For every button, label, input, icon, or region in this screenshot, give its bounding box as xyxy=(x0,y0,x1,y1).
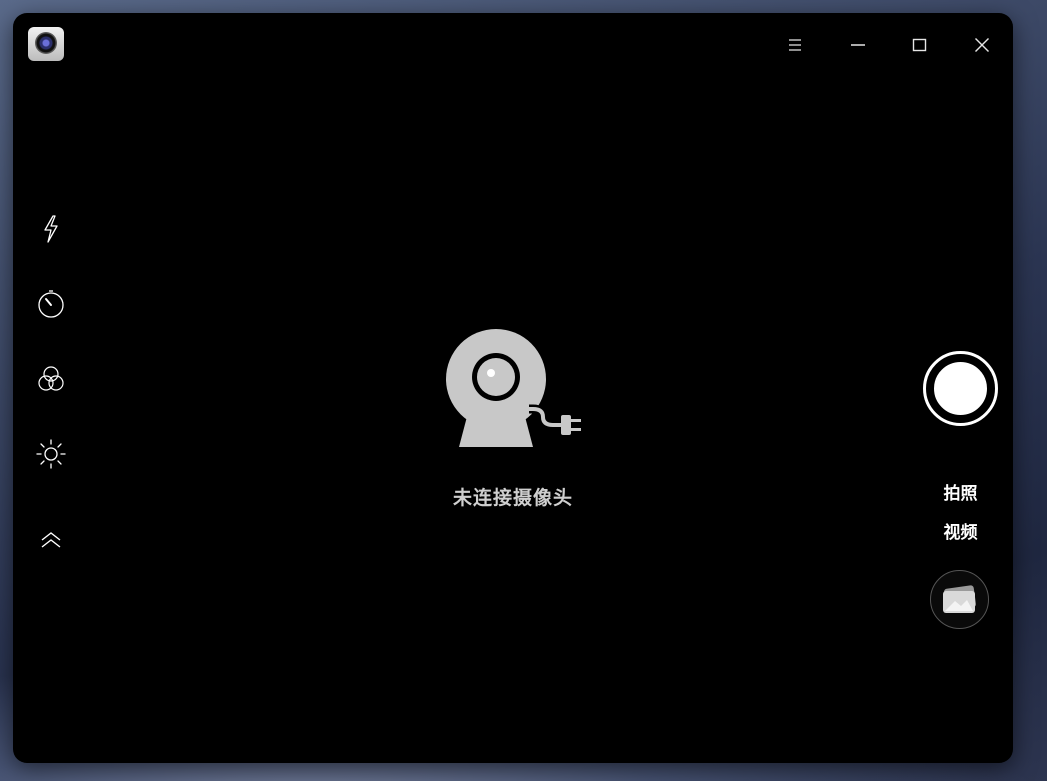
lens-icon xyxy=(35,32,57,54)
shutter-inner xyxy=(931,359,990,418)
close-icon xyxy=(975,38,989,52)
double-chevron-up-icon xyxy=(41,532,61,548)
shutter-button[interactable] xyxy=(923,351,998,426)
minimize-icon xyxy=(851,44,865,46)
timer-icon xyxy=(38,290,64,318)
menu-button[interactable] xyxy=(777,27,813,63)
webcam-unplugged-icon xyxy=(441,327,586,456)
camera-app-icon[interactable] xyxy=(28,27,64,61)
filter-button[interactable] xyxy=(33,361,69,397)
collapse-toolbar-button[interactable] xyxy=(33,522,69,558)
gallery-button[interactable] xyxy=(930,570,989,629)
exposure-button[interactable] xyxy=(33,436,69,472)
close-button[interactable] xyxy=(964,27,1000,63)
brightness-icon xyxy=(36,439,66,469)
mode-photo[interactable]: 拍照 xyxy=(913,479,1008,504)
mode-video[interactable]: 视频 xyxy=(913,518,1008,543)
minimize-button[interactable] xyxy=(840,27,876,63)
gallery-icon xyxy=(942,584,976,613)
menu-icon xyxy=(789,39,801,51)
no-camera-message: 未连接摄像头 xyxy=(452,487,573,509)
maximize-icon xyxy=(912,38,927,52)
flash-button[interactable] xyxy=(33,211,69,247)
color-filter-icon xyxy=(38,366,64,391)
timer-button[interactable] xyxy=(33,286,69,322)
camera-window: 未连接摄像头 拍照 视频 xyxy=(13,13,1013,763)
maximize-button[interactable] xyxy=(902,27,938,63)
flash-icon xyxy=(44,215,58,243)
